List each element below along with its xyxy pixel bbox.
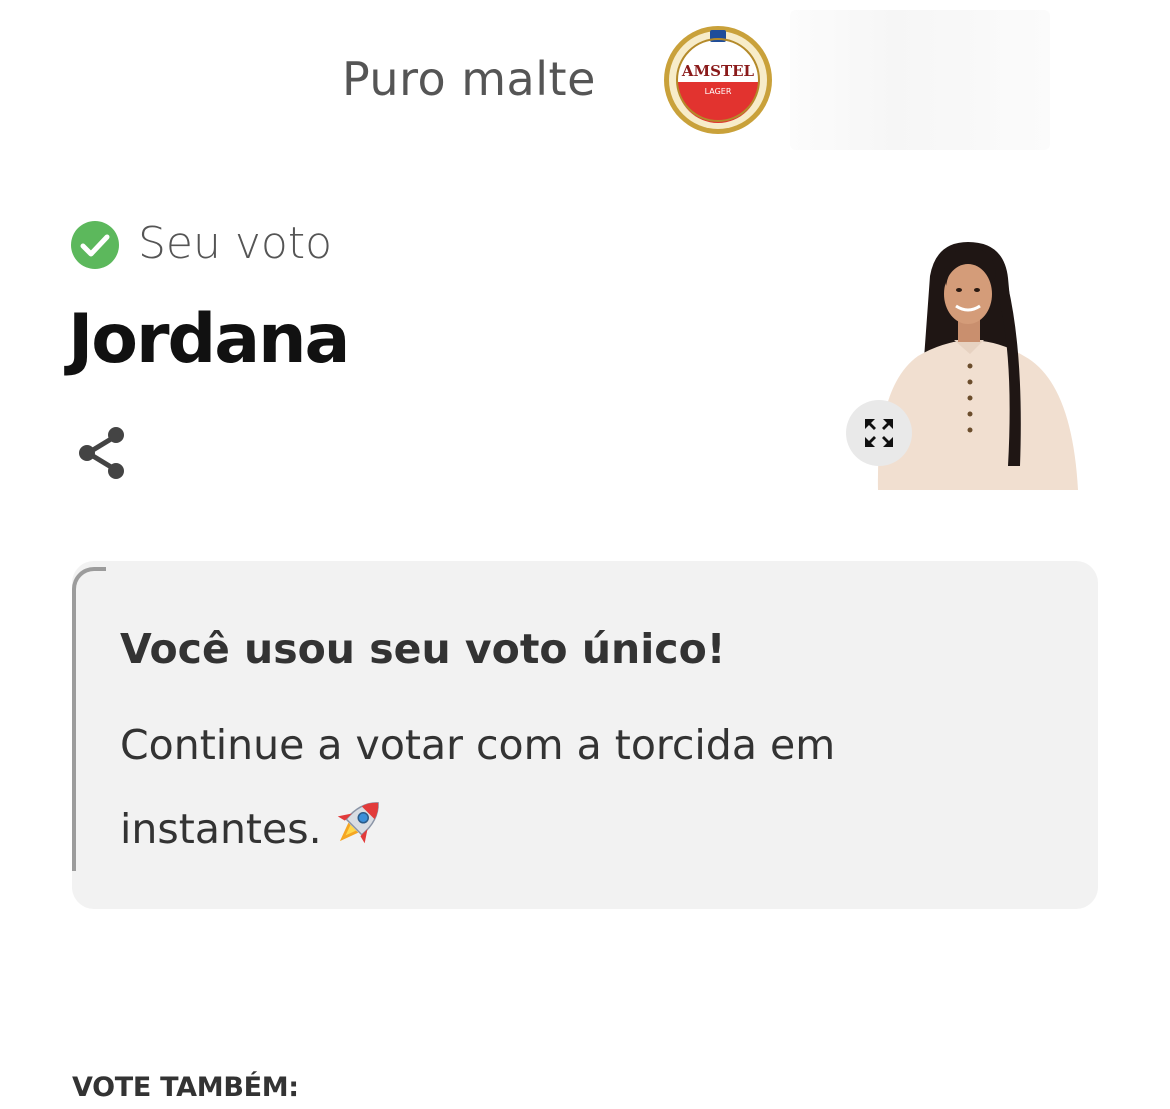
check-circle-icon bbox=[70, 220, 120, 270]
sponsor-faded-banner bbox=[790, 10, 1050, 150]
vote-also-heading: VOTE TAMBÉM: bbox=[72, 1072, 299, 1103]
sponsor-tagline: Puro malte bbox=[342, 52, 596, 106]
vote-confirmation-card: Você usou seu voto único! Continue a vot… bbox=[72, 561, 1098, 909]
amstel-logo-text-bottom: LAGER bbox=[705, 87, 732, 96]
vote-status-label: Seu voto bbox=[138, 218, 333, 269]
amstel-logo: AMSTEL LAGER bbox=[662, 24, 774, 136]
expand-icon[interactable] bbox=[846, 400, 912, 466]
card-body: Continue a votar com a torcida em instan… bbox=[120, 703, 980, 871]
rocket-icon bbox=[328, 791, 390, 853]
card-body-text: Continue a votar com a torcida em instan… bbox=[120, 721, 836, 853]
share-icon[interactable] bbox=[74, 424, 130, 482]
card-title: Você usou seu voto único! bbox=[120, 625, 726, 673]
amstel-logo-text-top: AMSTEL bbox=[681, 62, 755, 80]
candidate-name: Jordana bbox=[68, 300, 350, 379]
